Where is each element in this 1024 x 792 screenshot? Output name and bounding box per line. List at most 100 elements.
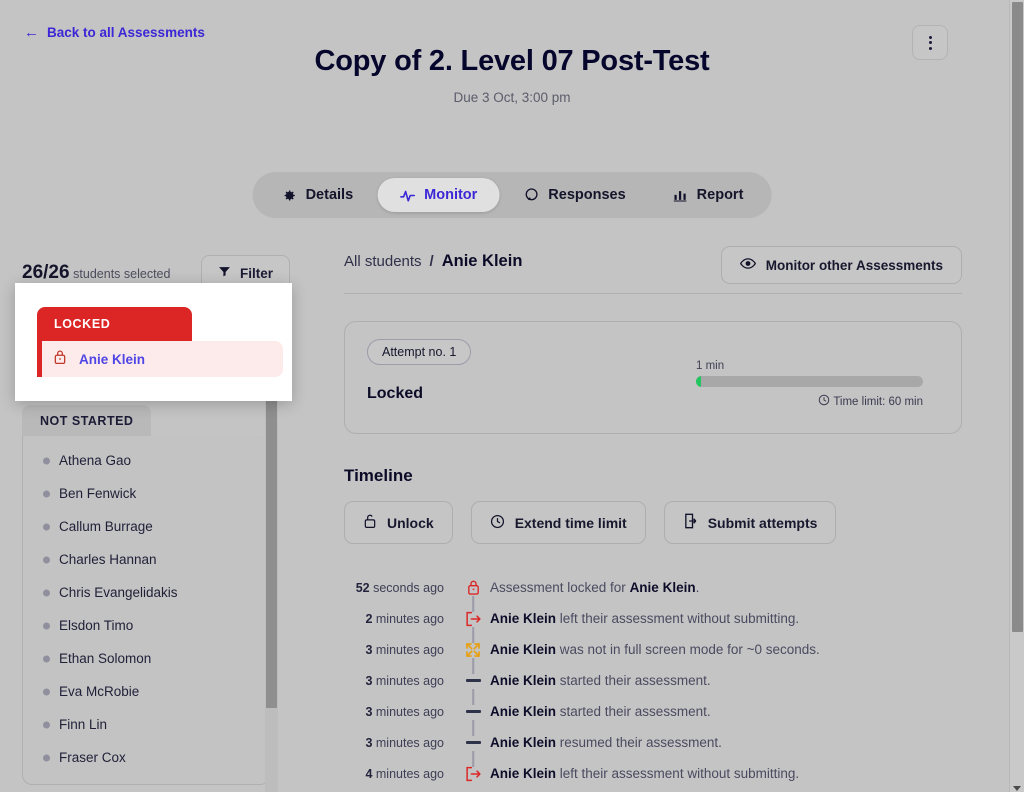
timeline-text-bold: Anie Klein [490, 704, 557, 719]
timeline-event-time: 3 minutes ago [344, 705, 456, 719]
logout-icon [456, 603, 490, 643]
timeline-event: 3 minutes ago Anie Klein was not in full… [344, 634, 962, 674]
timeline-time-unit: minutes ago [375, 766, 444, 781]
locked-student-name: Anie Klein [79, 351, 146, 367]
status-dot-icon [43, 589, 50, 596]
student-name: Callum Burrage [59, 519, 153, 534]
tab-details[interactable]: Details [259, 178, 376, 212]
timeline-time-unit: minutes ago [375, 642, 444, 657]
timeline-time-number: 4 [365, 766, 373, 781]
timeline-event-time: 52 seconds ago [344, 581, 456, 595]
back-to-assessments-link[interactable]: ← Back to all Assessments [24, 25, 205, 40]
group-locked-label: LOCKED [37, 307, 192, 341]
breadcrumb-separator: / [429, 253, 434, 270]
submit-attempts-button[interactable]: Submit attempts [663, 501, 837, 544]
extend-time-limit-button[interactable]: Extend time limit [470, 501, 646, 544]
breadcrumb-current-student: Anie Klein [441, 252, 523, 270]
group-not-started: NOT STARTED Athena Gao Ben Fenwick Callu… [22, 405, 270, 785]
pulse-icon [399, 187, 415, 203]
fullscreen-icon [456, 634, 490, 674]
timeline-text-bold: Anie Klein [629, 580, 696, 595]
timeline-time-number: 3 [365, 673, 373, 688]
assessment-monitor-page: ← Back to all Assessments Copy of 2. Lev… [0, 0, 1024, 792]
timeline-event: 2 minutes ago Anie Klein left their asse… [344, 603, 962, 643]
comment-icon [523, 187, 539, 203]
student-name: Ethan Solomon [59, 651, 152, 666]
timeline-text-tail: left their assessment without submitting… [556, 611, 800, 626]
submit-attempts-label: Submit attempts [707, 514, 818, 531]
clock-icon [490, 514, 505, 532]
timeline-text-tail: left their assessment without submitting… [556, 766, 800, 781]
locked-group-popup: LOCKED Anie Klein [15, 283, 292, 401]
selected-count-label: students selected [73, 267, 171, 281]
timeline-actions: Unlock Extend time limit Submit attempts [344, 501, 962, 544]
page-scrollbar-thumb[interactable] [1012, 2, 1023, 632]
list-item[interactable]: Fraser Cox [23, 741, 269, 774]
list-item[interactable]: Eva McRobie [23, 675, 269, 708]
logout-icon [456, 758, 490, 789]
timeline-text-tail: started their assessment. [556, 704, 711, 719]
elapsed-time-label: 1 min [696, 360, 725, 372]
timeline-text-bold: Anie Klein [490, 735, 557, 750]
tab-monitor[interactable]: Monitor [377, 178, 500, 212]
attempt-progress: 1 min Time limit: 60 min [696, 360, 923, 409]
timeline-time-number: 3 [365, 704, 373, 719]
timeline-heading: Timeline [344, 466, 413, 485]
timeline-event: 4 minutes ago Anie Klein left their asse… [344, 758, 962, 789]
selected-count: 26/26 students selected [22, 262, 170, 284]
timeline-text-tail: resumed their assessment. [556, 735, 722, 750]
timeline-event: 3 minutes ago Anie Klein started their a… [344, 665, 962, 705]
timeline-event-time: 2 minutes ago [344, 612, 456, 626]
timeline-event: 52 seconds ago Assessment locked for Ani… [344, 572, 962, 612]
clock-icon [818, 394, 830, 409]
tab-report[interactable]: Report [650, 178, 766, 212]
status-dot-icon [43, 721, 50, 728]
list-item[interactable]: Chris Evangelidakis [23, 576, 269, 609]
eye-icon [739, 257, 756, 273]
due-date-text: Due 3 Oct, 3:00 pm [453, 89, 571, 105]
arrow-left-icon: ← [24, 24, 39, 41]
timeline-event-time: 3 minutes ago [344, 736, 456, 750]
list-item[interactable]: Athena Gao [23, 444, 269, 477]
timeline-text-bold: Anie Klein [490, 673, 557, 688]
list-item[interactable]: Elsdon Timo [23, 609, 269, 642]
timeline-event-text: Anie Klein resumed their assessment. [490, 735, 962, 750]
unlock-button[interactable]: Unlock [344, 501, 453, 544]
attempt-number-pill: Attempt no. 1 [367, 339, 472, 365]
list-item[interactable]: Charles Hannan [23, 543, 269, 576]
timeline-time-unit: minutes ago [375, 611, 444, 626]
timeline-time-number: 2 [365, 611, 373, 626]
main-content: All students / Anie Klein Monitor other … [344, 246, 962, 789]
student-name: Elsdon Timo [59, 618, 134, 633]
tab-details-label: Details [305, 187, 354, 203]
locked-student-row[interactable]: Anie Klein [37, 341, 283, 377]
unlock-icon [363, 513, 377, 532]
back-link-label: Back to all Assessments [47, 25, 205, 40]
time-limit-label: Time limit: 60 min [833, 395, 923, 408]
time-limit-row: Time limit: 60 min [696, 394, 923, 409]
tab-bar: Details Monitor Responses Report [252, 172, 772, 218]
page-scrollbar[interactable] [1009, 0, 1024, 792]
list-item[interactable]: Finn Lin [23, 708, 269, 741]
student-name: Athena Gao [59, 453, 132, 468]
breadcrumb-all-students[interactable]: All students [344, 253, 422, 270]
bar-chart-icon [672, 187, 688, 203]
timeline-text-bold: Anie Klein [490, 766, 557, 781]
timeline-text-bold: Anie Klein [490, 611, 557, 626]
timeline-event-text: Assessment locked for Anie Klein. [490, 580, 962, 595]
list-item[interactable]: Callum Burrage [23, 510, 269, 543]
monitor-other-assessments-button[interactable]: Monitor other Assessments [720, 246, 962, 284]
timeline-events: 52 seconds ago Assessment locked for Ani… [344, 572, 962, 789]
timeline-time-unit: minutes ago [375, 735, 444, 750]
dash-icon [456, 665, 490, 705]
tab-responses[interactable]: Responses [501, 178, 647, 212]
student-name: Finn Lin [59, 717, 108, 732]
timeline-event-text: Anie Klein left their assessment without… [490, 611, 962, 626]
list-item[interactable]: Ethan Solomon [23, 642, 269, 675]
scroll-down-arrow-icon[interactable] [1013, 786, 1021, 791]
student-name: Fraser Cox [59, 750, 126, 765]
list-item[interactable]: Ben Fenwick [23, 477, 269, 510]
status-dot-icon [43, 622, 50, 629]
timeline-event-time: 3 minutes ago [344, 674, 456, 688]
timeline-text-lead: Assessment locked for [490, 580, 630, 595]
